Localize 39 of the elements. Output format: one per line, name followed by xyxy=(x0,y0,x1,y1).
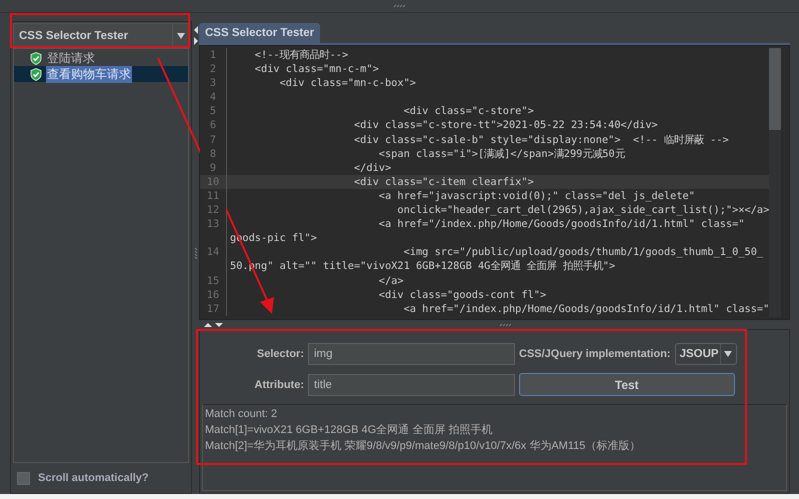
tree-item[interactable]: 查看购物车请求 xyxy=(14,66,188,82)
code-line: <div class="mn-c-box"> xyxy=(226,76,416,90)
scrollbar-thumb[interactable] xyxy=(769,48,781,130)
element-dropdown[interactable]: CSS Selector Tester xyxy=(13,23,189,49)
checkbox[interactable] xyxy=(17,472,30,484)
grip-icon[interactable] xyxy=(498,322,512,326)
test-button[interactable]: Test xyxy=(519,373,735,396)
code-line: <div class="c-sale-b" style="display:none"> <!-- 临时屏蔽 --> xyxy=(226,132,729,147)
shield-check-icon xyxy=(30,52,42,64)
checkbox-label: Scroll automatically? xyxy=(38,472,149,484)
field-label: Selector: xyxy=(256,348,304,360)
code-line: <a href="/index.php/Home/Goods/goodsInfo/id/1.html" class=" xyxy=(226,217,745,232)
code-line: <div class="mn-c-m"> xyxy=(226,62,379,76)
caret-icon xyxy=(176,33,184,39)
implementation-dropdown[interactable]: JSOUP xyxy=(674,342,737,364)
caret-icon xyxy=(724,350,732,356)
result-line: Match count: 2 xyxy=(205,408,278,421)
grip-icon[interactable] xyxy=(392,4,406,8)
code-line: <div class="c-store"> xyxy=(226,104,534,118)
result-line: Match[2]=华为耳机原装手机 荣耀9/8/v9/p9/mate9/8/p10/v10/7x/6x 华为AM115（标准版） xyxy=(205,440,642,453)
tree-item[interactable]: 登陆请求 xyxy=(14,50,188,66)
grip-icon[interactable] xyxy=(194,247,198,259)
tab[interactable]: CSS Selector Tester xyxy=(199,23,320,43)
collapse-arrows-icon[interactable] xyxy=(203,322,225,328)
code-editor[interactable] xyxy=(199,45,790,320)
code-line: <div class="c-item clearfix"> xyxy=(226,174,534,189)
code-line: <span class="i">[满减]</span>满299元减50元 xyxy=(226,146,625,161)
shield-check-icon xyxy=(30,68,42,80)
result-line: Match[1]=vivoX21 6GB+128GB 4G全网通 全面屏 拍照手机 xyxy=(205,424,494,437)
attribute-field[interactable]: title xyxy=(308,374,515,396)
code-line: <a href="javascript:void(0);" class="del js_delete" xyxy=(226,188,695,204)
code-line: <!--现有商品时--> xyxy=(226,48,348,62)
selector-field[interactable]: img xyxy=(308,342,515,364)
field-label: Attribute: xyxy=(254,378,304,390)
code-line: <img src="/public/upload/goods/thumb/1/goods_thumb_1_0_50_ xyxy=(226,245,764,260)
code-line: </a> xyxy=(226,274,404,288)
code-line: <div class="c-store-tt">2021-05-22 23:54:40</div> xyxy=(226,118,658,133)
collapse-arrows-icon[interactable] xyxy=(192,25,198,47)
field-label: CSS/JQuery implementation: xyxy=(519,348,671,360)
